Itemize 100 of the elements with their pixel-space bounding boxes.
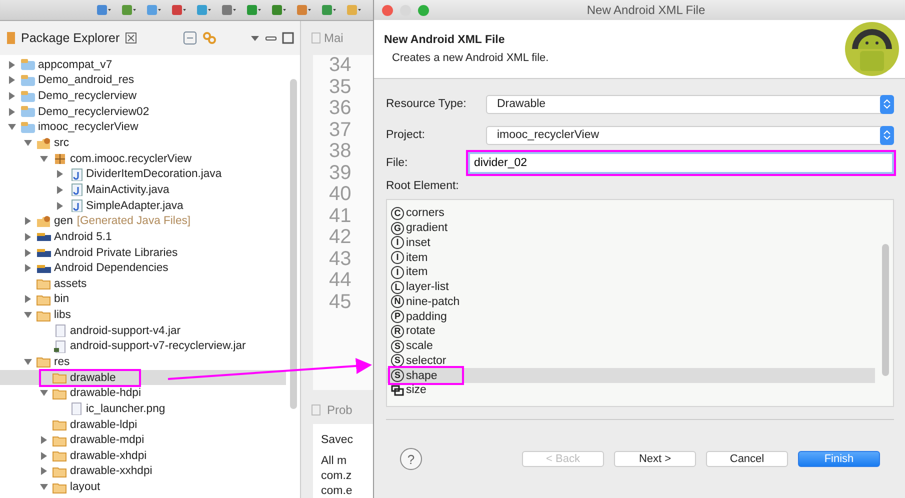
field-label: Root Element: xyxy=(386,180,460,192)
tree-item[interactable]: drawable-mdpi xyxy=(0,432,286,448)
dialog-button[interactable]: Cancel xyxy=(706,451,788,467)
line-number: 43 xyxy=(329,248,352,270)
list-item[interactable]: I inset xyxy=(387,236,875,250)
toolbar-tool-icon[interactable] xyxy=(95,3,111,17)
tree-item[interactable]: SimpleAdapter.java xyxy=(0,198,286,214)
folder-icon xyxy=(52,371,68,384)
toolbar-tool-icon[interactable] xyxy=(120,3,136,17)
tree-item[interactable]: drawable-xxhdpi xyxy=(0,464,286,480)
dialog-button[interactable]: Next > xyxy=(614,451,696,467)
tree-item[interactable]: MainActivity.java xyxy=(0,182,286,198)
tree-item[interactable]: com.imooc.recyclerView xyxy=(0,150,286,166)
list-item[interactable]: L layer-list xyxy=(387,280,875,294)
expand-arrow-icon[interactable] xyxy=(8,92,16,100)
tree-item[interactable]: bin xyxy=(0,292,286,308)
tree-item-note: [Generated Java Files] xyxy=(76,215,191,228)
toolbar-tool-icon[interactable] xyxy=(295,3,311,17)
scrollbar[interactable] xyxy=(290,79,297,409)
toolbar-tool-icon[interactable] xyxy=(170,3,186,17)
expand-arrow-icon[interactable] xyxy=(24,217,32,226)
library-icon xyxy=(36,246,52,259)
tree-item[interactable]: assets xyxy=(0,276,286,292)
expand-arrow-icon[interactable] xyxy=(8,76,16,84)
expand-arrow-icon[interactable] xyxy=(56,202,64,210)
list-item[interactable]: size xyxy=(387,383,875,398)
minimize-icon[interactable] xyxy=(265,34,277,42)
line-number: 45 xyxy=(329,292,352,313)
list-item[interactable]: R rotate xyxy=(387,324,875,339)
list-item[interactable]: G gradient xyxy=(387,220,875,236)
tree-item[interactable]: Demo_android_res xyxy=(0,72,286,88)
expand-arrow-icon[interactable] xyxy=(40,467,48,476)
tree-item[interactable]: android-support-v4.jar xyxy=(0,322,286,339)
expand-arrow-icon[interactable] xyxy=(8,60,16,69)
list-item[interactable]: P padding xyxy=(387,309,875,324)
toolbar-tool-icon[interactable] xyxy=(320,3,336,17)
tree-item[interactable]: ic_launcher.png xyxy=(0,401,286,417)
tree-item[interactable]: src xyxy=(0,135,286,151)
tree-item[interactable]: libs xyxy=(0,307,286,323)
list-item[interactable]: N nine-patch xyxy=(387,294,875,310)
library-icon xyxy=(36,230,52,244)
collapse-arrow-icon[interactable] xyxy=(40,389,48,398)
file-name-field[interactable]: divider_02 xyxy=(468,152,894,174)
collapse-all-icon[interactable] xyxy=(183,31,197,45)
collapse-arrow-icon[interactable] xyxy=(8,123,16,132)
toolbar-tool-icon[interactable] xyxy=(220,3,236,17)
list-item[interactable]: C corners xyxy=(387,206,875,221)
toolbar-tool-icon[interactable] xyxy=(195,3,211,17)
zoom-window-button[interactable] xyxy=(418,4,429,16)
line-number: 39 xyxy=(329,162,352,184)
expand-arrow-icon[interactable] xyxy=(24,295,32,304)
expand-arrow-icon[interactable] xyxy=(24,248,32,256)
list-item[interactable]: S shape xyxy=(387,368,875,383)
scrollbar[interactable] xyxy=(882,244,889,376)
tree-item[interactable]: Demo_recyclerview xyxy=(0,88,286,104)
tree-item[interactable]: drawable-xhdpi xyxy=(0,448,286,464)
list-item[interactable]: S scale xyxy=(387,338,875,354)
tree-item[interactable]: drawable-ldpi xyxy=(0,416,286,432)
tree-item[interactable]: Android Private Libraries xyxy=(0,244,286,260)
line-number: 40 xyxy=(329,184,352,206)
expand-arrow-icon[interactable] xyxy=(56,170,64,178)
close-window-button[interactable] xyxy=(382,4,393,16)
tree-item[interactable]: DividerItemDecoration.java xyxy=(0,166,286,182)
tree-item[interactable]: drawable xyxy=(0,370,286,386)
expand-arrow-icon[interactable] xyxy=(40,436,48,444)
line-number: 36 xyxy=(329,98,352,120)
tree-item[interactable]: android-support-v7-recyclerview.jar xyxy=(0,338,286,354)
help-button[interactable]: ? xyxy=(400,448,422,470)
expand-arrow-icon[interactable] xyxy=(24,264,32,272)
tree-item[interactable]: drawable-hdpi xyxy=(0,385,286,402)
tree-item[interactable]: appcompat_v7 xyxy=(0,57,286,73)
toolbar-tool-icon[interactable] xyxy=(245,3,261,17)
list-item[interactable]: I item xyxy=(387,265,875,280)
view-menu-icon[interactable] xyxy=(250,34,260,42)
list-item[interactable]: S selector xyxy=(387,354,875,368)
android-robot-icon xyxy=(844,21,900,77)
expand-arrow-icon[interactable] xyxy=(40,452,48,460)
project-dropdown[interactable]: imooc_recyclerView xyxy=(486,126,894,144)
close-icon[interactable] xyxy=(124,32,137,44)
collapse-arrow-icon[interactable] xyxy=(24,139,32,148)
maximize-icon[interactable] xyxy=(282,32,294,44)
resource-type-dropdown[interactable]: Drawable xyxy=(486,94,894,114)
expand-arrow-icon[interactable] xyxy=(56,186,64,194)
tree-item[interactable]: gen [Generated Java Files] xyxy=(0,213,286,230)
line-number: 35 xyxy=(329,76,352,98)
tree-item[interactable]: Demo_recyclerview02 xyxy=(0,104,286,120)
collapse-arrow-icon[interactable] xyxy=(24,311,32,320)
collapse-arrow-icon[interactable] xyxy=(24,358,32,366)
toolbar-tool-icon[interactable] xyxy=(270,3,286,17)
expand-arrow-icon[interactable] xyxy=(24,232,32,241)
expand-arrow-icon[interactable] xyxy=(8,108,16,116)
tree-item[interactable]: res xyxy=(0,354,286,370)
collapse-arrow-icon[interactable] xyxy=(40,483,48,492)
collapse-arrow-icon[interactable] xyxy=(40,154,48,163)
tree-item[interactable]: Android 5.1 xyxy=(0,229,286,245)
console-text: Savec xyxy=(321,434,354,446)
tree-item[interactable]: imooc_recyclerView xyxy=(0,120,286,136)
list-item[interactable]: I item xyxy=(387,250,875,265)
tree-item[interactable]: layout xyxy=(0,479,286,495)
tree-item[interactable]: Android Dependencies xyxy=(0,260,286,276)
